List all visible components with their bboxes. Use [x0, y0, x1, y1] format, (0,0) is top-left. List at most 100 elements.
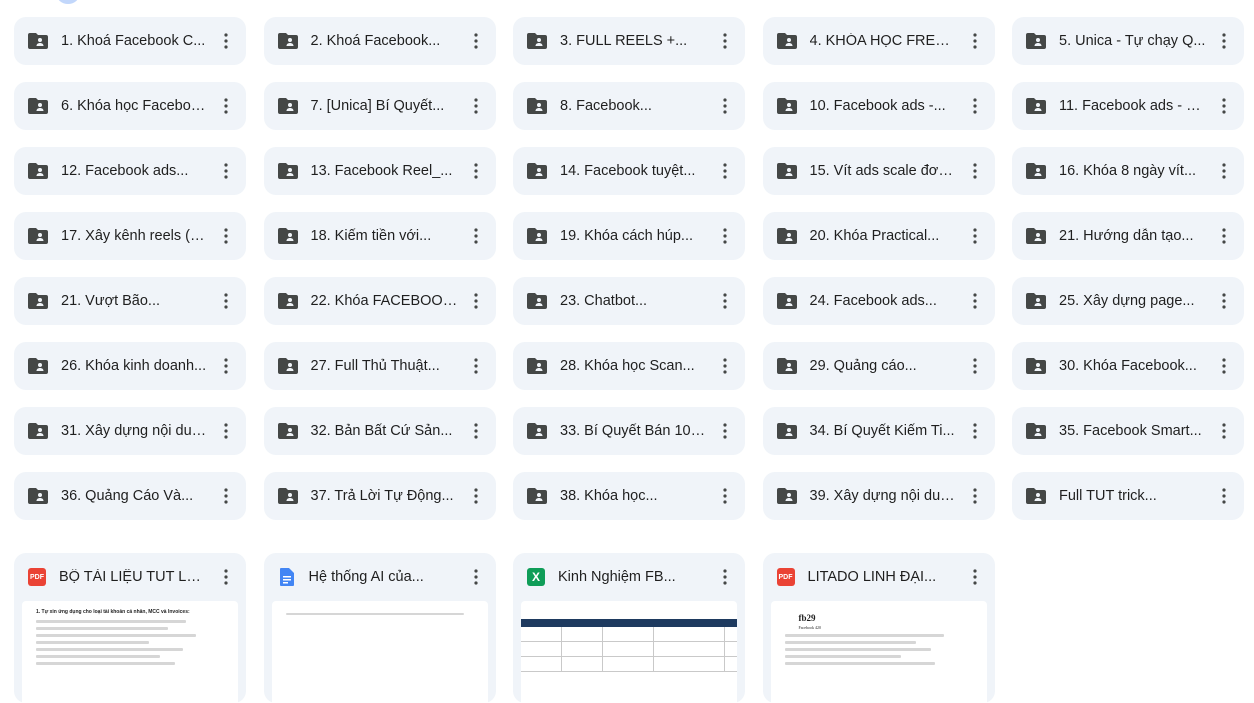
folder-tile[interactable]: 1. Khoá Facebook C...	[14, 17, 246, 65]
folder-tile[interactable]: 21. Vượt Bão...	[14, 277, 246, 325]
more-actions-icon[interactable]	[464, 565, 488, 589]
more-actions-icon[interactable]	[214, 565, 238, 589]
more-actions-icon[interactable]	[214, 159, 238, 183]
folder-tile[interactable]: 12. Facebook ads...	[14, 147, 246, 195]
folder-tile[interactable]: 26. Khóa kinh doanh...	[14, 342, 246, 390]
more-actions-icon[interactable]	[963, 419, 987, 443]
folder-tile[interactable]: 31. Xây dựng nội dun...	[14, 407, 246, 455]
folder-tile[interactable]: 19. Khóa cách húp...	[513, 212, 745, 260]
more-actions-icon[interactable]	[713, 354, 737, 378]
folder-tile[interactable]: 13. Facebook Reel_...	[263, 147, 496, 195]
more-actions-icon[interactable]	[464, 224, 488, 248]
folder-tile[interactable]: 6. Khóa học Faceboo...	[14, 82, 246, 130]
more-actions-icon[interactable]	[464, 289, 488, 313]
folder-tile[interactable]: 17. Xây kênh reels (5...	[14, 212, 246, 260]
more-actions-icon[interactable]	[963, 354, 987, 378]
file-tile[interactable]: PDF BỘ TÀI LIỆU TUT LÊN... 1. Tự xin ứng d…	[14, 553, 246, 703]
more-actions-icon[interactable]	[1212, 484, 1236, 508]
folder-tile[interactable]: 28. Khóa học Scan...	[513, 342, 745, 390]
more-actions-icon[interactable]	[464, 29, 488, 53]
folder-tile[interactable]: 23. Chatbot...	[513, 277, 745, 325]
more-actions-icon[interactable]	[713, 289, 737, 313]
more-actions-icon[interactable]	[713, 159, 737, 183]
more-actions-icon[interactable]	[214, 354, 238, 378]
more-actions-icon[interactable]	[713, 419, 737, 443]
shared-folder-icon	[277, 163, 298, 179]
folder-tile[interactable]: 39. Xây dựng nội dun...	[762, 472, 995, 520]
folder-tile[interactable]: 27. Full Thủ Thuật...	[263, 342, 496, 390]
folder-name: 11. Facebook ads - H...	[1059, 98, 1206, 114]
more-actions-icon[interactable]	[963, 94, 987, 118]
folder-tile[interactable]: 32. Bản Bất Cứ Sản...	[263, 407, 496, 455]
folder-tile[interactable]: 10. Facebook ads -...	[762, 82, 995, 130]
more-actions-icon[interactable]	[464, 354, 488, 378]
more-actions-icon[interactable]	[1212, 159, 1236, 183]
more-actions-icon[interactable]	[1212, 94, 1236, 118]
folder-tile[interactable]: 36. Quảng Cáo Và...	[14, 472, 246, 520]
folder-tile[interactable]: 34. Bí Quyết Kiếm Ti...	[762, 407, 995, 455]
more-actions-icon[interactable]	[963, 224, 987, 248]
more-actions-icon[interactable]	[214, 224, 238, 248]
more-actions-icon[interactable]	[713, 484, 737, 508]
folder-tile[interactable]: Full TUT trick...	[1012, 472, 1244, 520]
folder-tile[interactable]: 20. Khóa Practical...	[762, 212, 995, 260]
file-preview-thumbnail[interactable]	[521, 601, 737, 703]
folder-tile[interactable]: 38. Khóa học...	[513, 472, 745, 520]
folder-tile[interactable]: 29. Quảng cáo...	[762, 342, 995, 390]
more-actions-icon[interactable]	[713, 94, 737, 118]
folder-tile[interactable]: 33. Bí Quyết Bán 100...	[513, 407, 745, 455]
more-actions-icon[interactable]	[464, 419, 488, 443]
file-preview-thumbnail[interactable]	[271, 601, 488, 703]
more-actions-icon[interactable]	[214, 419, 238, 443]
folder-tile[interactable]: 35. Facebook Smart...	[1012, 407, 1244, 455]
more-actions-icon[interactable]	[713, 565, 737, 589]
more-actions-icon[interactable]	[214, 289, 238, 313]
folder-tile[interactable]: 21. Hướng dẫn tạo...	[1012, 212, 1244, 260]
folder-tile[interactable]: 22. Khóa FACEBOOK...	[263, 277, 496, 325]
shared-folder-icon	[28, 228, 48, 244]
more-actions-icon[interactable]	[963, 29, 987, 53]
more-actions-icon[interactable]	[1212, 354, 1236, 378]
more-actions-icon[interactable]	[464, 484, 488, 508]
folder-tile[interactable]: 3. FULL REELS +...	[513, 17, 745, 65]
more-actions-icon[interactable]	[963, 289, 987, 313]
more-actions-icon[interactable]	[963, 484, 987, 508]
more-actions-icon[interactable]	[1212, 224, 1236, 248]
more-actions-icon[interactable]	[1212, 29, 1236, 53]
folder-tile[interactable]: 4. KHÓA HỌC FREE...	[762, 17, 995, 65]
more-actions-icon[interactable]	[963, 565, 987, 589]
more-actions-icon[interactable]	[1212, 289, 1236, 313]
file-preview-thumbnail[interactable]: fb29 Facebook 420	[770, 601, 987, 703]
more-actions-icon[interactable]	[464, 159, 488, 183]
file-tile[interactable]: Hệ thống AI của...	[263, 553, 496, 703]
shared-folder-icon	[527, 228, 547, 244]
folder-tile[interactable]: 25. Xây dựng page...	[1012, 277, 1244, 325]
folder-tile[interactable]: 15. Vít ads scale đơn...	[762, 147, 995, 195]
more-actions-icon[interactable]	[214, 484, 238, 508]
more-actions-icon[interactable]	[713, 224, 737, 248]
folder-tile[interactable]: 14. Facebook tuyệt...	[513, 147, 745, 195]
file-tile[interactable]: X Kinh Nghiệm FB...	[513, 553, 745, 703]
file-preview-thumbnail[interactable]: 1. Tự xin ứng dụng cho loại tài khoản cá…	[22, 601, 238, 703]
more-actions-icon[interactable]	[713, 29, 737, 53]
file-tile[interactable]: PDF LITADO LINH ĐẠI... fb29 Facebook 420	[762, 553, 995, 703]
shared-folder-icon	[1026, 358, 1046, 374]
folder-tile[interactable]: 37. Trả Lời Tự Động...	[263, 472, 496, 520]
more-actions-icon[interactable]	[214, 94, 238, 118]
shared-folder-icon	[527, 98, 547, 114]
folder-tile[interactable]: 18. Kiếm tiền với...	[263, 212, 496, 260]
more-actions-icon[interactable]	[963, 159, 987, 183]
more-actions-icon[interactable]	[464, 94, 488, 118]
folder-tile[interactable]: 24. Facebook ads...	[762, 277, 995, 325]
folder-tile[interactable]: 30. Khóa Facebook...	[1012, 342, 1244, 390]
folder-tile[interactable]: 2. Khoá Facebook...	[263, 17, 496, 65]
folder-tile[interactable]: 7. [Unica] Bí Quyết...	[263, 82, 496, 130]
folder-tile[interactable]: 8. Facebook...	[513, 82, 745, 130]
folder-tile[interactable]: 11. Facebook ads - H...	[1012, 82, 1244, 130]
folder-tile[interactable]: 16. Khóa 8 ngày vít...	[1012, 147, 1244, 195]
shared-folder-icon	[28, 163, 48, 179]
pdf-icon: PDF	[28, 568, 46, 586]
more-actions-icon[interactable]	[1212, 419, 1236, 443]
more-actions-icon[interactable]	[214, 29, 238, 53]
folder-tile[interactable]: 5. Unica - Tự chạy Q...	[1012, 17, 1244, 65]
